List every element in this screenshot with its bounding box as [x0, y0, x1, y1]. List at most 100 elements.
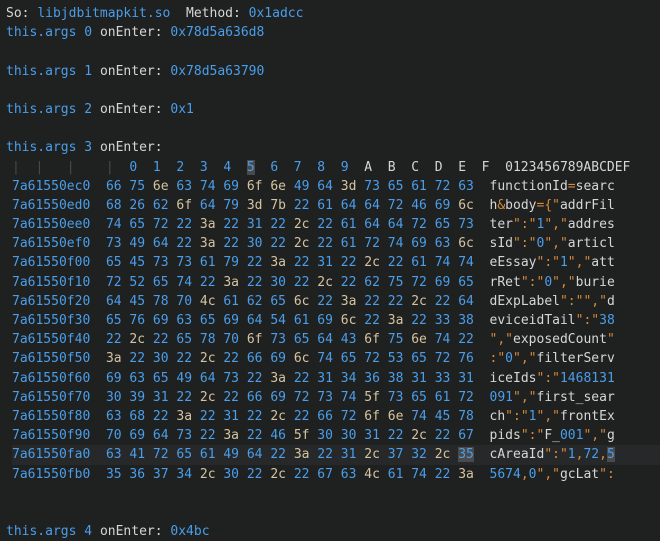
hex-byte[interactable]: 46	[411, 198, 427, 213]
hex-byte[interactable]: 72	[153, 447, 169, 462]
hex-byte[interactable]: 69	[223, 179, 239, 194]
hex-byte[interactable]: 65	[176, 332, 192, 347]
hex-byte[interactable]: 22	[153, 409, 169, 424]
hex-byte[interactable]: 2c	[435, 447, 451, 462]
hex-byte[interactable]: 65	[153, 371, 169, 386]
hex-byte[interactable]: 22	[223, 390, 239, 405]
hex-byte[interactable]: 64	[200, 198, 216, 213]
hex-row[interactable]: 7a61550f70 30 39 31 22 2c 22 66 69 72 73…	[12, 388, 660, 407]
hex-byte[interactable]: 36	[129, 467, 145, 482]
hex-byte[interactable]: 72	[364, 351, 380, 366]
hex-row-ascii[interactable]: 5674,0","gcLat":	[490, 467, 615, 482]
hex-byte[interactable]: 72	[364, 236, 380, 251]
hex-byte[interactable]: 68	[129, 409, 145, 424]
hex-byte[interactable]: 49	[176, 371, 192, 386]
hex-byte[interactable]: 38	[458, 313, 474, 328]
hex-byte[interactable]: 63	[176, 179, 192, 194]
hex-byte[interactable]: 3a	[223, 428, 239, 443]
hex-byte[interactable]: 22	[200, 275, 216, 290]
hex-byte[interactable]: 64	[247, 313, 263, 328]
hex-row[interactable]: 7a61550f30 65 76 69 63 65 69 64 54 61 69…	[12, 311, 660, 330]
hex-column-header-8[interactable]: 8	[317, 160, 325, 175]
hex-byte[interactable]: 69	[435, 198, 451, 213]
hex-byte[interactable]: 30	[270, 275, 286, 290]
hex-byte[interactable]: 34	[176, 467, 192, 482]
hex-byte[interactable]: 61	[411, 255, 427, 270]
hex-column-header-F[interactable]: F	[482, 160, 490, 175]
hex-byte[interactable]: 72	[341, 409, 357, 424]
hex-byte[interactable]: 3a	[200, 236, 216, 251]
hex-byte[interactable]: 22	[317, 447, 333, 462]
hex-byte[interactable]: 22	[176, 236, 192, 251]
hex-byte[interactable]: 73	[458, 217, 474, 232]
hex-byte[interactable]: 6e	[388, 409, 404, 424]
hex-byte[interactable]: 22	[388, 294, 404, 309]
hex-row-ascii[interactable]: eviceidTail":"38	[490, 313, 615, 328]
hex-byte[interactable]: 22	[247, 409, 263, 424]
hex-byte[interactable]: 22	[176, 217, 192, 232]
hex-byte[interactable]: 72	[411, 275, 427, 290]
hex-byte[interactable]: 78	[153, 294, 169, 309]
hex-column-header-4[interactable]: 4	[223, 160, 231, 175]
hex-byte[interactable]: 64	[200, 371, 216, 386]
hex-row-ascii[interactable]: eEssay":"1","att	[490, 255, 615, 270]
hex-byte[interactable]: 65	[411, 390, 427, 405]
hex-byte[interactable]: 2c	[200, 351, 216, 366]
hex-byte[interactable]: 2c	[317, 275, 333, 290]
hex-byte[interactable]: 33	[435, 313, 451, 328]
hex-byte[interactable]: 35	[458, 447, 474, 462]
hex-dump-table[interactable]: | | | | 0 1 2 3 4 5 6 7 8 9 A B C D E F …	[6, 158, 660, 484]
hex-byte[interactable]: 4c	[200, 294, 216, 309]
hex-byte[interactable]: 22	[200, 428, 216, 443]
hex-byte[interactable]: 6e	[153, 179, 169, 194]
hex-byte[interactable]: 31	[364, 428, 380, 443]
hex-byte[interactable]: 2c	[411, 428, 427, 443]
hex-byte[interactable]: 69	[129, 428, 145, 443]
hex-byte[interactable]: 66	[106, 179, 122, 194]
hex-byte[interactable]: 65	[458, 275, 474, 290]
hex-byte[interactable]: 37	[153, 467, 169, 482]
hex-byte[interactable]: 2c	[364, 447, 380, 462]
hex-byte[interactable]: 70	[176, 294, 192, 309]
hex-byte[interactable]: 32	[411, 447, 427, 462]
hex-byte[interactable]: 49	[223, 447, 239, 462]
hex-byte[interactable]: 4c	[364, 467, 380, 482]
hex-byte[interactable]: 45	[129, 255, 145, 270]
hex-byte[interactable]: 22	[223, 217, 239, 232]
hex-byte[interactable]: 43	[341, 332, 357, 347]
hex-byte[interactable]: 74	[388, 236, 404, 251]
hex-byte[interactable]: 3a	[341, 294, 357, 309]
hex-byte[interactable]: 65	[106, 255, 122, 270]
hex-byte[interactable]: 6e	[411, 332, 427, 347]
hex-byte[interactable]: 65	[153, 275, 169, 290]
hex-row[interactable]: 7a61550ec0 66 75 6e 63 74 69 6f 6e 49 64…	[12, 177, 660, 196]
hex-row[interactable]: 7a61550ed0 68 26 62 6f 64 79 3d 7b 22 61…	[12, 196, 660, 215]
hex-byte[interactable]: 37	[388, 447, 404, 462]
hex-byte[interactable]: 22	[200, 409, 216, 424]
hex-row[interactable]: 7a61550ef0 73 49 64 22 3a 22 30 22 2c 22…	[12, 234, 660, 253]
hex-byte[interactable]: 65	[106, 313, 122, 328]
hex-byte[interactable]: 2c	[129, 332, 145, 347]
hex-byte[interactable]: 75	[388, 332, 404, 347]
hex-byte[interactable]: 72	[106, 275, 122, 290]
hex-byte[interactable]: 61	[200, 447, 216, 462]
hex-byte[interactable]: 22	[364, 313, 380, 328]
hex-byte[interactable]: 2c	[294, 217, 310, 232]
hex-byte[interactable]: 61	[341, 236, 357, 251]
hex-byte[interactable]: 22	[317, 294, 333, 309]
hex-byte[interactable]: 63	[106, 447, 122, 462]
hex-byte[interactable]: 65	[411, 351, 427, 366]
hex-byte[interactable]: 26	[129, 198, 145, 213]
hex-byte[interactable]: 79	[223, 198, 239, 213]
hex-byte[interactable]: 74	[341, 390, 357, 405]
hex-byte[interactable]: 31	[458, 371, 474, 386]
hex-row-ascii[interactable]: h&body={"addrFil	[490, 198, 615, 213]
hex-byte[interactable]: 65	[435, 217, 451, 232]
hex-byte[interactable]: 22	[341, 255, 357, 270]
hex-byte[interactable]: 65	[200, 313, 216, 328]
hex-byte[interactable]: 49	[129, 236, 145, 251]
hex-byte[interactable]: 61	[388, 467, 404, 482]
hex-byte[interactable]: 39	[129, 390, 145, 405]
hex-byte[interactable]: 22	[388, 255, 404, 270]
hex-byte[interactable]: 22	[294, 467, 310, 482]
